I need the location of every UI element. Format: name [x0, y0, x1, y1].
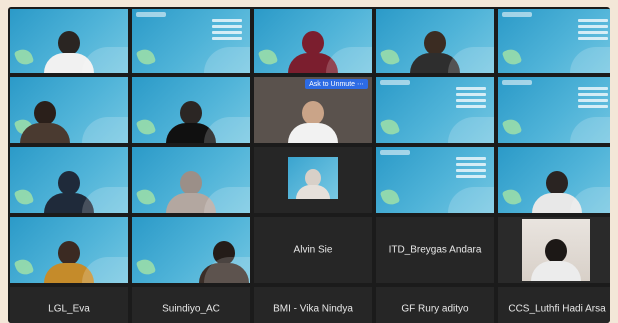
participant-name: Alvin Sie — [293, 244, 333, 256]
participant-tile[interactable] — [376, 147, 494, 213]
profile-photo — [522, 219, 590, 281]
participant-name: BMI - Vika Nindya — [273, 303, 353, 315]
participant-video — [296, 169, 330, 199]
shared-video-thumbnail — [288, 157, 338, 199]
participant-tile[interactable]: GF Rury adityo — [376, 287, 494, 323]
participant-video — [288, 101, 338, 143]
participant-video — [166, 101, 216, 143]
participant-tile[interactable] — [498, 147, 610, 213]
participant-tile[interactable]: LGL_Eva — [10, 287, 128, 323]
participant-name: ITD_Breygas Andara — [388, 244, 482, 256]
participant-video — [532, 171, 582, 213]
participant-video — [44, 31, 94, 73]
participant-name: CCS_Luthfi Hadi Arsa — [508, 303, 606, 315]
participant-tile[interactable] — [132, 77, 250, 143]
participant-tile[interactable] — [498, 217, 610, 283]
participant-video — [44, 241, 94, 283]
participant-video — [531, 239, 581, 281]
participant-tile[interactable]: CCS_Luthfi Hadi Arsa — [498, 287, 610, 323]
participant-tile[interactable] — [132, 147, 250, 213]
participant-video — [44, 171, 94, 213]
participant-name: Suindiyo_AC — [162, 303, 220, 315]
participant-tile[interactable] — [10, 9, 128, 73]
participant-video — [20, 101, 71, 143]
participant-video — [288, 31, 338, 73]
participant-tile[interactable] — [254, 9, 372, 73]
participant-video — [199, 241, 250, 283]
video-call-window: Ask to Unmute ⋯ Alvin Sie ITD_Breygas An… — [8, 7, 610, 323]
participant-grid: Ask to Unmute ⋯ Alvin Sie ITD_Breygas An… — [10, 9, 610, 323]
participant-tile[interactable] — [498, 77, 610, 143]
participant-tile[interactable] — [254, 147, 372, 213]
participant-tile[interactable] — [10, 77, 128, 143]
participant-video — [166, 171, 216, 213]
participant-tile[interactable] — [10, 217, 128, 283]
participant-tile[interactable]: Alvin Sie — [254, 217, 372, 283]
active-speaker-tile[interactable]: Ask to Unmute ⋯ — [254, 77, 372, 143]
participant-tile[interactable] — [10, 147, 128, 213]
participant-tile[interactable]: Suindiyo_AC — [132, 287, 250, 323]
participant-tile[interactable] — [498, 9, 610, 73]
participant-name: LGL_Eva — [48, 303, 90, 315]
participant-tile[interactable] — [132, 9, 250, 73]
participant-tile[interactable]: BMI - Vika Nindya — [254, 287, 372, 323]
participant-name: GF Rury adityo — [401, 303, 469, 315]
more-options-icon[interactable]: ⋯ — [357, 81, 364, 88]
participant-tile[interactable]: ITD_Breygas Andara — [376, 217, 494, 283]
participant-tile[interactable] — [376, 77, 494, 143]
participant-video — [410, 31, 460, 73]
participant-tile[interactable] — [376, 9, 494, 73]
participant-tile[interactable] — [132, 217, 250, 283]
ask-to-unmute-button[interactable]: Ask to Unmute ⋯ — [305, 79, 368, 89]
